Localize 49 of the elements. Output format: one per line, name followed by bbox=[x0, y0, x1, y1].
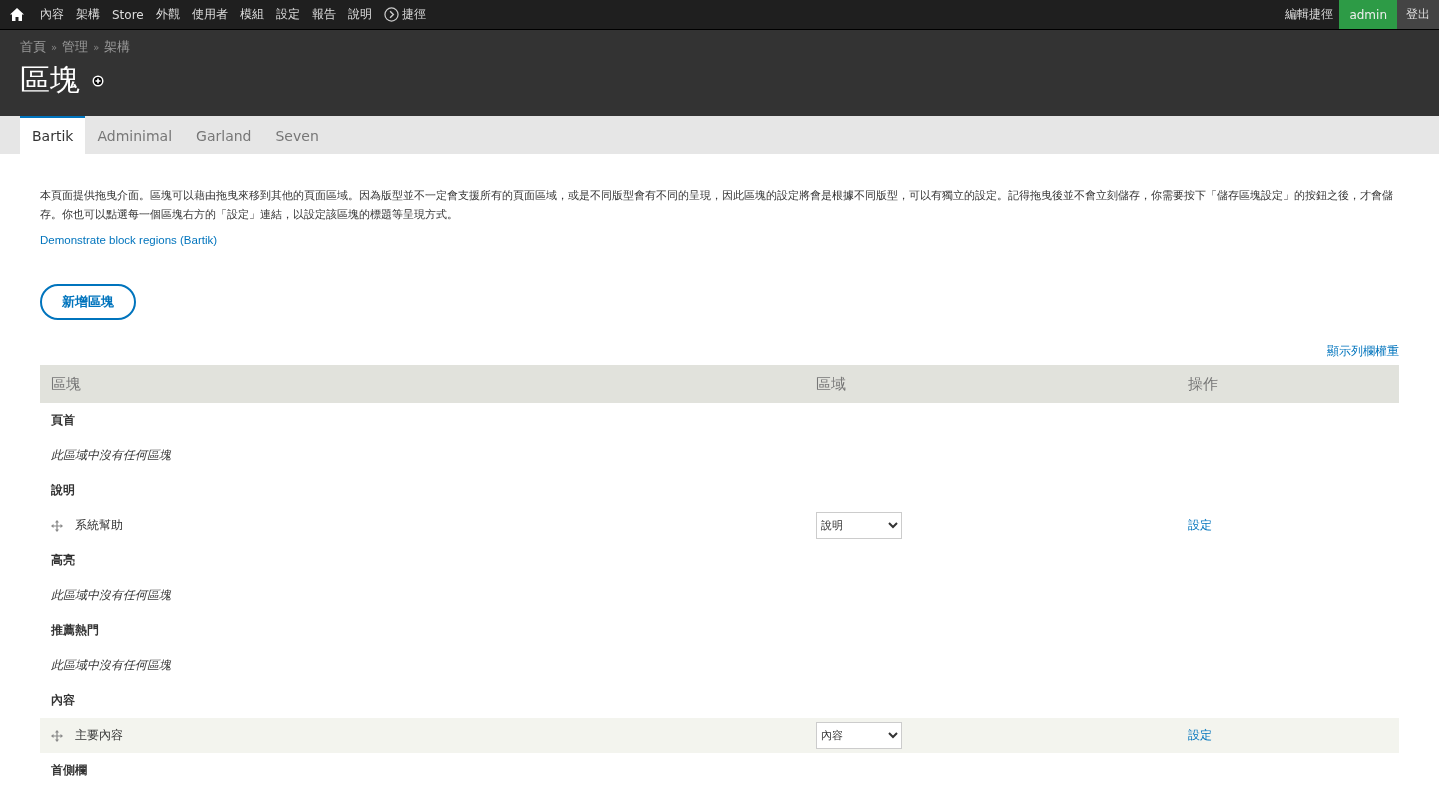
toolbar-menu-item[interactable]: 架構 bbox=[70, 6, 106, 23]
show-row-weights-link[interactable]: 顯示列欄權重 bbox=[1327, 344, 1399, 359]
add-shortcut-icon[interactable] bbox=[92, 74, 104, 87]
breadcrumb-separator: » bbox=[93, 41, 100, 53]
theme-tab[interactable]: Garland bbox=[184, 116, 264, 154]
theme-tab[interactable]: Adminimal bbox=[85, 116, 185, 154]
breadcrumb-link[interactable]: 架構 bbox=[104, 38, 131, 56]
toolbar-menu-item[interactable]: Store bbox=[106, 7, 150, 22]
toolbar-menu-item[interactable]: 設定 bbox=[269, 6, 306, 23]
drag-handle-icon[interactable] bbox=[51, 729, 63, 742]
description-text: 本頁面提供拖曳介面。區塊可以藉由拖曳來移到其他的頁面區域。因為版型並不一定會支援所有的頁面區域，或是不同版型會有不同的呈現，因此區塊的設定將會是根據不同版型，可以有獨立的設定。記得拖曳後並不會立刻儲存，你需要按下「儲存區塊設定」的按鈕之後，才會儲存。你也可以點選每一個區塊右方的「設定」連結，以設定該區塊的標題等呈現方式。 bbox=[40, 188, 1394, 223]
toolbar-menu-item[interactable]: 說明 bbox=[341, 6, 378, 23]
block-name: 主要內容 bbox=[75, 727, 123, 744]
add-block-button[interactable]: 新增區塊 bbox=[40, 284, 136, 320]
region-heading: 內容 bbox=[51, 693, 75, 707]
theme-tab[interactable]: Seven bbox=[263, 116, 331, 154]
logout-link[interactable]: 登出 bbox=[1397, 0, 1439, 29]
region-select[interactable]: 內容 bbox=[816, 722, 902, 749]
shortcuts-menu-item[interactable]: 捷徑 bbox=[401, 6, 426, 23]
column-header: 區域 bbox=[805, 365, 1177, 403]
edit-shortcuts-link[interactable]: 編輯捷徑 bbox=[1279, 6, 1340, 23]
region-heading: 推薦熱門 bbox=[51, 623, 99, 637]
theme-tab[interactable]: Bartik bbox=[20, 116, 86, 154]
drag-handle-icon[interactable] bbox=[51, 519, 63, 532]
home-icon[interactable] bbox=[10, 8, 24, 21]
empty-region-text: 此區域中沒有任何區塊 bbox=[51, 448, 171, 462]
block-name: 系統幫助 bbox=[75, 517, 123, 534]
column-header: 區塊 bbox=[40, 365, 805, 403]
page-title: 區塊 bbox=[20, 61, 80, 99]
configure-link[interactable]: 設定 bbox=[1188, 518, 1212, 532]
toolbar-menu-item[interactable]: 報告 bbox=[305, 6, 342, 23]
toolbar-menu-item[interactable]: 使用者 bbox=[185, 6, 234, 23]
region-heading: 頁首 bbox=[51, 413, 75, 427]
breadcrumb-link[interactable]: 首頁 bbox=[20, 38, 46, 56]
empty-region-text: 此區域中沒有任何區塊 bbox=[51, 658, 171, 672]
region-select[interactable]: 說明 bbox=[816, 512, 902, 539]
toolbar-menu-item[interactable]: 模組 bbox=[233, 6, 270, 23]
toolbar-menu-item[interactable]: 外觀 bbox=[149, 6, 186, 23]
breadcrumb-separator: » bbox=[51, 41, 58, 53]
demonstrate-regions-link[interactable]: Demonstrate block regions (Bartik) bbox=[40, 234, 218, 246]
region-heading: 說明 bbox=[51, 483, 75, 497]
toolbar-menu-item[interactable]: 內容 bbox=[34, 6, 70, 23]
breadcrumb-link[interactable]: 管理 bbox=[62, 38, 89, 56]
chevron-circle-icon bbox=[383, 7, 399, 22]
region-heading: 首側欄 bbox=[51, 763, 87, 777]
empty-region-text: 此區域中沒有任何區塊 bbox=[51, 588, 171, 602]
column-header: 操作 bbox=[1177, 365, 1399, 403]
configure-link[interactable]: 設定 bbox=[1188, 728, 1212, 742]
region-heading: 高亮 bbox=[51, 553, 75, 567]
